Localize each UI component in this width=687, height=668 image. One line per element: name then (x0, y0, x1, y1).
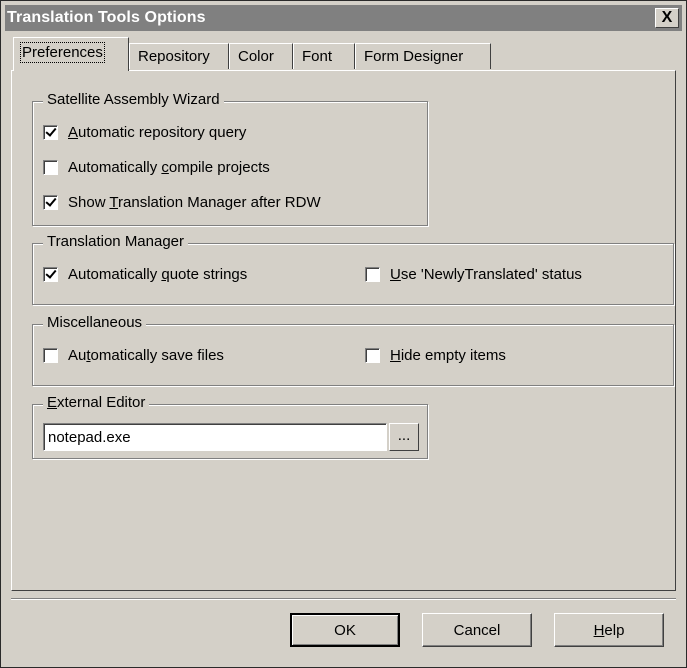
checkbox-label: Automatically quote strings (68, 266, 248, 283)
tab-panel: Satellite Assembly Wizard Automatic repo… (11, 70, 676, 591)
close-button[interactable]: X (655, 8, 679, 28)
ok-button[interactable]: OK (290, 613, 400, 647)
help-button[interactable]: Help (554, 613, 664, 647)
checkbox-box[interactable] (43, 267, 58, 282)
checkbox-label: Hide empty items (390, 347, 506, 364)
checkbox-box[interactable] (43, 125, 58, 140)
external-editor-group: External Editor ... (32, 394, 428, 459)
cancel-button[interactable]: Cancel (422, 613, 532, 647)
external-editor-legend: External Editor (43, 394, 150, 411)
window-title: Translation Tools Options (7, 9, 206, 26)
tab-form-designer-label: Form Designer (364, 48, 464, 65)
checkbox-label: Show Translation Manager after RDW (68, 194, 321, 211)
miscellaneous-group: Miscellaneous Automatically save files H… (32, 314, 674, 386)
show-translation-manager-checkbox[interactable]: Show Translation Manager after RDW (43, 194, 321, 211)
newly-translated-status-checkbox[interactable]: Use 'NewlyTranslated' status (365, 266, 582, 283)
tab-preferences-label: Preferences (20, 42, 105, 63)
translation-manager-legend: Translation Manager (43, 233, 189, 250)
checkbox-box[interactable] (43, 348, 58, 363)
browse-button[interactable]: ... (389, 423, 419, 451)
checkbox-box[interactable] (365, 267, 380, 282)
options-dialog: Translation Tools Options X Preferences … (0, 0, 687, 668)
auto-save-files-checkbox[interactable]: Automatically save files (43, 347, 224, 364)
translation-manager-group: Translation Manager Automatically quote … (32, 233, 674, 305)
hide-empty-items-checkbox[interactable]: Hide empty items (365, 347, 506, 364)
checkbox-box[interactable] (43, 160, 58, 175)
checkbox-label: Automatically save files (68, 347, 224, 364)
tab-font[interactable]: Font (293, 43, 355, 69)
tab-form-designer[interactable]: Form Designer (355, 43, 491, 69)
checkbox-box[interactable] (365, 348, 380, 363)
checkbox-box[interactable] (43, 195, 58, 210)
auto-repository-query-checkbox[interactable]: Automatic repository query (43, 124, 246, 141)
checkbox-label: Automatic repository query (68, 124, 247, 141)
tab-repository[interactable]: Repository (129, 43, 229, 69)
checkbox-label: Automatically compile projects (68, 159, 270, 176)
tab-repository-label: Repository (138, 48, 210, 65)
tab-color-label: Color (238, 48, 274, 65)
tab-font-label: Font (302, 48, 333, 65)
tab-preferences[interactable]: Preferences (13, 37, 129, 71)
checkbox-label: Use 'NewlyTranslated' status (390, 266, 582, 283)
external-editor-field[interactable] (43, 423, 387, 451)
footer-divider (11, 598, 676, 600)
tab-color[interactable]: Color (229, 43, 293, 69)
satellite-wizard-legend: Satellite Assembly Wizard (43, 91, 224, 108)
miscellaneous-legend: Miscellaneous (43, 314, 147, 331)
title-bar[interactable]: Translation Tools Options X (5, 5, 682, 31)
auto-compile-projects-checkbox[interactable]: Automatically compile projects (43, 159, 270, 176)
auto-quote-strings-checkbox[interactable]: Automatically quote strings (43, 266, 247, 283)
satellite-wizard-group: Satellite Assembly Wizard Automatic repo… (32, 91, 428, 226)
close-icon: X (661, 9, 673, 26)
